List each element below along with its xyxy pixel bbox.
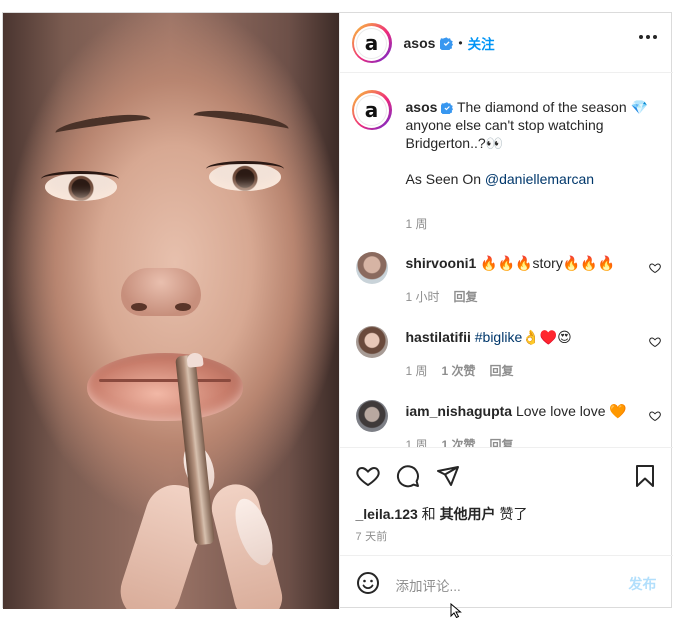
- asos-logo-small: a: [356, 94, 387, 126]
- caption-avatar-ring-inner: a: [354, 92, 389, 128]
- hashtag-link[interactable]: #biglike: [475, 329, 522, 345]
- reply-button[interactable]: 回复: [490, 362, 514, 379]
- more-horizontal-icon[interactable]: [638, 35, 657, 39]
- caption-line-2: anyone else can't stop watching: [405, 117, 604, 133]
- bookmark-icon[interactable]: [633, 464, 657, 488]
- comment-avatar[interactable]: [355, 326, 388, 358]
- comment-body: Love love love 🧡: [515, 403, 627, 419]
- comment-icon[interactable]: [396, 464, 420, 488]
- comment-text: iam_nishagupta Love love love 🧡: [406, 402, 651, 420]
- header-username[interactable]: asos: [404, 35, 436, 51]
- verified-badge-icon: [440, 36, 454, 50]
- lip-line: [99, 379, 231, 382]
- comment-username[interactable]: shirvooni1: [406, 255, 477, 271]
- reply-button[interactable]: 回复: [490, 436, 514, 447]
- comment-time[interactable]: 1 小时: [406, 288, 440, 305]
- comment-input[interactable]: 添加评论...: [396, 575, 461, 595]
- post-video[interactable]: [3, 13, 339, 609]
- comment-item: hastilatifii #biglike👌♥️😍 1 周 1 次赞 回复: [355, 326, 661, 382]
- caption-line-3: Bridgerton..?👀: [405, 135, 504, 151]
- post-actions: _leila.123 和 其他用户 赞了 7 天前: [339, 447, 673, 555]
- comment-text: hastilatifii #biglike👌♥️😍: [406, 328, 651, 346]
- verified-badge-icon: [441, 102, 454, 114]
- comment-likes-count[interactable]: 1 次赞: [442, 436, 476, 447]
- liked-and: 和: [417, 506, 440, 522]
- heart-icon[interactable]: [355, 464, 380, 488]
- caption-time[interactable]: 1 周: [406, 215, 428, 232]
- liked-suffix: 赞了: [495, 506, 528, 522]
- caption-mention-link[interactable]: @daniellemarcan: [485, 171, 594, 187]
- header-separator: •: [458, 36, 463, 50]
- comment-meta: 1 周 1 次赞 回复: [406, 362, 514, 379]
- comment-item: shirvooni1 🔥🔥🔥story🔥🔥🔥 1 小时 回复: [355, 252, 661, 308]
- header-user-row: asos • 关注: [404, 33, 495, 53]
- caption-line-1: The diamond of the season 💎: [456, 99, 648, 115]
- post-card: a asos • 关注 a asos The diamond of the se…: [2, 12, 673, 609]
- lips: [87, 353, 243, 421]
- comment-meta: 1 周 1 次赞 回复: [406, 436, 514, 447]
- caption: a asos The diamond of the season 💎 anyon…: [351, 90, 661, 231]
- caption-seen-prefix: As Seen On: [405, 171, 485, 187]
- lash-right: [206, 161, 284, 177]
- avatar-ring-inner: a: [354, 25, 389, 61]
- comment-username[interactable]: hastilatifii: [406, 329, 471, 345]
- comment-like-heart-icon[interactable]: [648, 262, 661, 274]
- posted-time[interactable]: 7 天前: [356, 528, 388, 544]
- comment-avatar[interactable]: [355, 400, 388, 432]
- liked-by-text: _leila.123 和 其他用户 赞了: [356, 504, 528, 524]
- comment-text: shirvooni1 🔥🔥🔥story🔥🔥🔥: [406, 254, 651, 272]
- nostril-right: [175, 303, 191, 311]
- post-comment-button[interactable]: 发布: [629, 574, 657, 594]
- comment-form: 添加评论... 发布: [339, 555, 673, 609]
- emoji-icon[interactable]: [356, 571, 380, 595]
- lash-left: [41, 171, 119, 187]
- asos-logo: a: [356, 27, 387, 59]
- comment-likes-count[interactable]: 1 次赞: [442, 362, 476, 379]
- comment-like-heart-icon[interactable]: [648, 410, 661, 422]
- share-icon[interactable]: [436, 464, 460, 488]
- post-header: a asos • 关注: [339, 13, 673, 73]
- comments-feed[interactable]: a asos The diamond of the season 💎 anyon…: [340, 74, 673, 447]
- comment-body: 🔥🔥🔥story🔥🔥🔥: [480, 255, 616, 271]
- liked-others-link[interactable]: 其他用户: [440, 506, 496, 522]
- caption-username[interactable]: asos: [406, 99, 438, 115]
- caption-meta: 1 周: [406, 215, 428, 232]
- comment-time[interactable]: 1 周: [406, 436, 428, 447]
- follow-button[interactable]: 关注: [468, 33, 495, 53]
- comment-time[interactable]: 1 周: [406, 362, 428, 379]
- comment-username[interactable]: iam_nishagupta: [406, 403, 513, 419]
- comment-body: 👌♥️😍: [522, 329, 572, 345]
- account-avatar[interactable]: a: [351, 23, 392, 63]
- comment-like-heart-icon[interactable]: [648, 336, 661, 348]
- nostril-left: [131, 303, 147, 311]
- comment-meta: 1 小时 回复: [406, 288, 478, 305]
- liked-by-user[interactable]: _leila.123: [356, 506, 418, 522]
- lip-pencil-tip: [186, 352, 204, 368]
- caption-avatar[interactable]: a: [351, 90, 392, 130]
- comment-item: iam_nishagupta Love love love 🧡 1 周 1 次赞…: [355, 400, 661, 447]
- mouse-cursor-icon: [450, 603, 462, 618]
- post-side-panel: a asos • 关注 a asos The diamond of the se…: [338, 13, 673, 609]
- comment-avatar[interactable]: [355, 252, 388, 284]
- reply-button[interactable]: 回复: [454, 288, 478, 305]
- caption-text: asos The diamond of the season 💎 anyone …: [406, 98, 651, 188]
